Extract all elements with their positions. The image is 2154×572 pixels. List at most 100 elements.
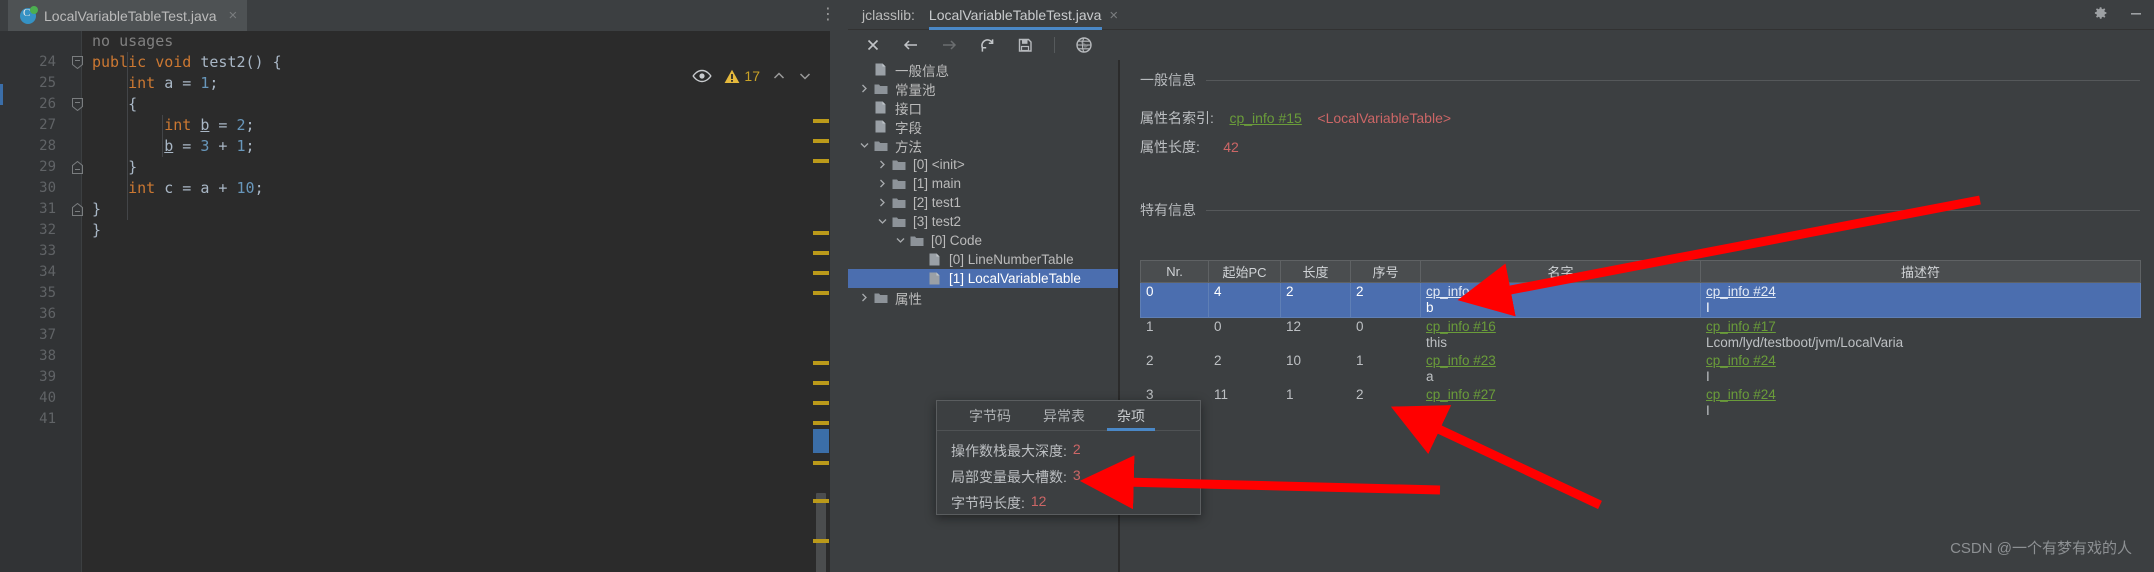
popup-tab-strip[interactable]: 字节码 异常表 杂项: [937, 401, 1200, 431]
cell-name[interactable]: cp_info #23 a: [1421, 352, 1701, 386]
cell-descriptor[interactable]: cp_info #24 I: [1701, 352, 2141, 386]
tree-node--[interactable]: 接口: [848, 98, 1118, 117]
cell-descriptor-link[interactable]: cp_info #24: [1706, 387, 2136, 403]
more-options-icon[interactable]: ⋮: [820, 6, 836, 24]
chevron-down-icon[interactable]: [874, 212, 890, 231]
cell-name-link[interactable]: cp_info #23: [1426, 353, 1695, 369]
code-line[interactable]: 30 int c = a + 10;: [0, 178, 848, 199]
minimize-icon[interactable]: [2128, 5, 2144, 26]
table-row[interactable]: 1 0 12 0 cp_info #16 this cp_info #17 Lcom/lyd/…: [1141, 318, 2141, 353]
tree-node--1-main[interactable]: [1] main: [848, 174, 1118, 193]
close-button[interactable]: [864, 36, 882, 54]
cell-name[interactable]: cp_info #27 c: [1421, 386, 1701, 420]
code-line[interactable]: 33: [0, 241, 848, 262]
line-number: 30: [39, 180, 56, 196]
cell-descriptor-link[interactable]: cp_info #24: [1706, 284, 2135, 300]
forward-button[interactable]: [940, 36, 958, 54]
attribute-name-index-link[interactable]: cp_info #15: [1229, 110, 1301, 126]
popup-tab-1[interactable]: 异常表: [1027, 402, 1101, 430]
fold-end-icon[interactable]: [72, 161, 83, 174]
chevron-right-icon[interactable]: [856, 79, 872, 98]
chevron-right-icon[interactable]: [874, 193, 890, 212]
code-line[interactable]: 39: [0, 367, 848, 388]
table-header-cell[interactable]: 序号: [1350, 260, 1421, 283]
code-line[interactable]: 38: [0, 346, 848, 367]
cell-name[interactable]: cp_info #16 this: [1421, 318, 1701, 353]
back-button[interactable]: [902, 36, 920, 54]
cell-name-link[interactable]: cp_info #25: [1426, 284, 1695, 300]
code-line[interactable]: 29 }: [0, 157, 848, 178]
local-variable-table[interactable]: Nr. 起始PC 长度 序号 名字 描述符 0 4 2 2 cp_info #25 b cp_info…: [1140, 260, 2141, 420]
code-line[interactable]: 36: [0, 304, 848, 325]
close-icon[interactable]: ×: [229, 8, 238, 23]
code-line[interactable]: 40: [0, 388, 848, 409]
code-lines[interactable]: no usages 24 public void test2() {25 int a…: [0, 31, 848, 430]
cell-descriptor[interactable]: cp_info #17 Lcom/lyd/testboot/jvm/LocalVa…: [1701, 318, 2141, 353]
tree-node--2-test1[interactable]: [2] test1: [848, 193, 1118, 212]
fold-collapse-icon[interactable]: [72, 56, 83, 69]
tree-node--[interactable]: 一般信息: [848, 60, 1118, 79]
close-icon[interactable]: ×: [1109, 7, 1118, 24]
table-row[interactable]: 3 11 1 2 cp_info #27 c cp_info #24 I: [1141, 386, 2141, 420]
chevron-right-icon[interactable]: [874, 174, 890, 193]
prev-problem-icon[interactable]: [772, 69, 786, 83]
tree-node--[interactable]: 方法: [848, 136, 1118, 155]
chevron-right-icon[interactable]: [874, 155, 890, 174]
tree-node--[interactable]: 属性: [848, 288, 1118, 307]
popup-tab-0[interactable]: 字节码: [953, 402, 1027, 430]
table-row[interactable]: 2 2 10 1 cp_info #23 a cp_info #24 I: [1141, 352, 2141, 386]
table-header-cell[interactable]: Nr.: [1140, 260, 1209, 283]
cell-descriptor-link[interactable]: cp_info #24: [1706, 353, 2136, 369]
tree-node--[interactable]: 字段: [848, 117, 1118, 136]
table-header-cell[interactable]: 长度: [1280, 260, 1351, 283]
code-line[interactable]: 35: [0, 283, 848, 304]
code-line[interactable]: 26 {: [0, 94, 848, 115]
editor-scrollbar-thumb[interactable]: [816, 493, 826, 572]
cell-descriptor-link[interactable]: cp_info #17: [1706, 319, 2136, 335]
table-header-cell[interactable]: 起始PC: [1208, 260, 1281, 283]
tree-node--1-localvariabletable[interactable]: [1] LocalVariableTable: [848, 269, 1118, 288]
cell-name-link[interactable]: cp_info #27: [1426, 387, 1695, 403]
tree-node--0-code[interactable]: [0] Code: [848, 231, 1118, 250]
line-number: 25: [39, 75, 56, 91]
code-line[interactable]: 28 b = 3 + 1;: [0, 136, 848, 157]
editor-marker-strip[interactable]: [812, 31, 830, 572]
code-line[interactable]: 37: [0, 325, 848, 346]
code-line[interactable]: 34: [0, 262, 848, 283]
cell-name[interactable]: cp_info #25 b: [1420, 282, 1701, 318]
next-problem-icon[interactable]: [798, 69, 812, 83]
fold-collapse-icon[interactable]: [72, 98, 83, 111]
save-button[interactable]: [1016, 36, 1034, 54]
cell-descriptor[interactable]: cp_info #24 I: [1701, 386, 2141, 420]
tree-node--3-test2[interactable]: [3] test2: [848, 212, 1118, 231]
tree-node--[interactable]: 常量池: [848, 79, 1118, 98]
browse-button[interactable]: [1075, 36, 1093, 54]
code-line[interactable]: 27 int b = 2;: [0, 115, 848, 136]
code-attribute-popup[interactable]: 字节码 异常表 杂项 操作数栈最大深度: 2 局部变量最大槽数: 3 字节码长度: 12: [936, 400, 1201, 515]
table-header-cell[interactable]: 描述符: [1700, 260, 2141, 283]
cell-descriptor[interactable]: cp_info #24 I: [1700, 282, 2141, 318]
code-line[interactable]: no usages: [0, 31, 848, 52]
cell-name-link[interactable]: cp_info #16: [1426, 319, 1695, 335]
chevron-right-icon[interactable]: [856, 288, 872, 307]
editor-body[interactable]: no usages 24 public void test2() {25 int a…: [0, 31, 848, 572]
popup-row-label: 字节码长度:: [951, 495, 1025, 511]
popup-tab-2[interactable]: 杂项: [1101, 402, 1161, 431]
jclasslib-tab-file[interactable]: LocalVariableTableTest.java ×: [928, 0, 1118, 30]
chevron-down-icon[interactable]: [856, 136, 872, 155]
tree-node--0-init-[interactable]: [0] <init>: [848, 155, 1118, 174]
inspection-widget[interactable]: 17: [692, 64, 812, 88]
tree-node--0-linenumbertable[interactable]: [0] LineNumberTable: [848, 250, 1118, 269]
code-line[interactable]: 41: [0, 409, 848, 430]
table-header-cell[interactable]: 名字: [1420, 260, 1701, 283]
code-line[interactable]: 32}: [0, 220, 848, 241]
warning-indicator[interactable]: 17: [724, 68, 760, 84]
chevron-down-icon[interactable]: [892, 231, 908, 250]
table-row[interactable]: 0 4 2 2 cp_info #25 b cp_info #24 I: [1140, 282, 2141, 318]
eye-icon[interactable]: [692, 69, 713, 83]
code-line[interactable]: 31}: [0, 199, 848, 220]
fold-end-icon[interactable]: [72, 203, 83, 216]
editor-tab-localvariabletabletest[interactable]: LocalVariableTableTest.java ×: [8, 0, 248, 31]
gear-icon[interactable]: [2092, 5, 2108, 26]
reload-button[interactable]: [978, 36, 996, 54]
